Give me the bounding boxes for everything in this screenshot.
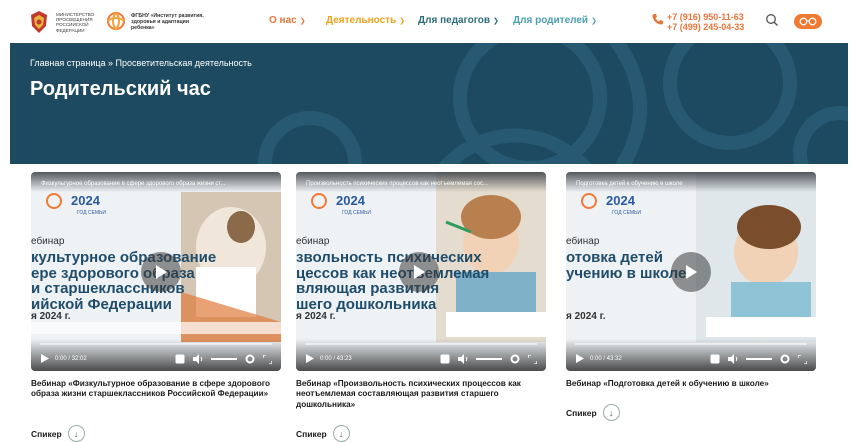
- captions-icon[interactable]: [175, 354, 185, 364]
- video-overlay-title: культурное образование ере здорового обр…: [31, 249, 216, 313]
- webinar-title[interactable]: Вебинар «Физкультурное образование в сфе…: [31, 379, 281, 400]
- video-date: я 2024 г.: [296, 311, 336, 322]
- breadcrumb[interactable]: Главная страница » Просветительская деят…: [30, 58, 252, 68]
- video-top-title: Подготовка детей к обучению в школе: [566, 172, 816, 192]
- video-controls-right: [710, 354, 807, 364]
- fullscreen-icon[interactable]: [528, 354, 537, 364]
- webinar-title[interactable]: Вебинар «Произвольность психических проц…: [296, 379, 546, 410]
- speaker-label: Спикер: [31, 428, 62, 439]
- nav-about-label: О нас: [269, 15, 297, 26]
- search-icon[interactable]: [765, 13, 779, 27]
- svg-text:2024: 2024: [336, 193, 366, 208]
- play-icon[interactable]: [41, 354, 49, 363]
- video-controls: 0:00 / 43:23: [296, 339, 546, 371]
- fullscreen-icon[interactable]: [263, 354, 272, 364]
- arrow-down-icon[interactable]: ↓: [602, 404, 620, 421]
- video-label: ебинар: [31, 236, 65, 247]
- video-controls-right: [440, 354, 537, 364]
- volume-slider[interactable]: [211, 358, 237, 360]
- video-top-title: Произвольность психических процессов как…: [296, 172, 546, 192]
- coat-of-arms-icon[interactable]: [27, 9, 51, 35]
- video-player[interactable]: Подготовка детей к обучению в школе 2024…: [566, 172, 816, 371]
- volume-icon[interactable]: [458, 354, 468, 364]
- nav-teachers-label: Для педагогов: [418, 15, 491, 26]
- play-icon: [156, 265, 167, 279]
- glasses-icon: [799, 17, 817, 26]
- svg-text:ГОД СЕМЬИ: ГОД СЕМЬИ: [342, 210, 371, 216]
- play-icon[interactable]: [306, 354, 314, 363]
- progress-bar[interactable]: [40, 343, 272, 345]
- video-label: ебинар: [566, 236, 600, 247]
- year-of-family-logo: 2024 ГОД СЕМЬИ: [311, 193, 371, 216]
- play-icon: [414, 265, 425, 279]
- video-controls: 0:00 / 43:32: [566, 339, 816, 371]
- speaker-label: Спикер: [296, 428, 327, 439]
- arrow-down-icon[interactable]: ↓: [67, 425, 85, 442]
- page-title: Родительский час: [30, 78, 211, 100]
- video-top-title: Физкультурное образование в сфере здоров…: [31, 172, 281, 192]
- site-header: Министерство просвещения Российской Феде…: [0, 0, 858, 43]
- video-time: 0:00 / 43:23: [320, 356, 352, 362]
- video-date: я 2024 г.: [31, 311, 71, 322]
- video-overlay-title: отовка детей учению в школе: [566, 249, 687, 282]
- phone-1[interactable]: +7 (916) 950-11-63: [667, 12, 744, 22]
- volume-slider[interactable]: [746, 358, 772, 360]
- volume-slider[interactable]: [476, 358, 502, 360]
- video-player[interactable]: Произвольность психических процессов как…: [296, 172, 546, 371]
- play-button[interactable]: [671, 252, 711, 292]
- captions-icon[interactable]: [710, 354, 720, 364]
- page-hero: Главная страница » Просветительская деят…: [10, 43, 848, 164]
- video-controls: 0:00 / 32:02: [31, 339, 281, 371]
- year-of-family-logo: 2024 ГОД СЕМЬИ: [581, 193, 641, 216]
- progress-bar[interactable]: [575, 343, 807, 345]
- speaker-toggle[interactable]: Спикер ↓: [566, 404, 620, 421]
- video-label: ебинар: [296, 236, 330, 247]
- video-player[interactable]: Физкультурное образование в сфере здоров…: [31, 172, 281, 371]
- nav-activity-label: Деятельность: [326, 15, 397, 26]
- video-time: 0:00 / 43:32: [590, 356, 622, 362]
- volume-icon[interactable]: [193, 354, 203, 364]
- svg-text:2024: 2024: [606, 193, 636, 208]
- nav-activity[interactable]: Деятельность ❯: [326, 15, 405, 26]
- speaker-label: Спикер: [566, 407, 597, 418]
- svg-text:ГОД СЕМЬИ: ГОД СЕМЬИ: [77, 210, 106, 216]
- speaker-toggle[interactable]: Спикер ↓: [296, 425, 350, 442]
- play-button[interactable]: [141, 252, 181, 292]
- settings-icon[interactable]: [245, 354, 255, 364]
- webinar-title[interactable]: Вебинар «Подготовка детей к обучению в ш…: [566, 379, 816, 389]
- arrow-down-icon[interactable]: ↓: [332, 425, 350, 442]
- ministry-name: Министерство просвещения Российской Феде…: [56, 12, 95, 33]
- phone-numbers[interactable]: +7 (916) 950-11-63 +7 (499) 245-04-33: [667, 12, 744, 32]
- chevron-down-icon: ❯: [399, 17, 406, 25]
- video-date: я 2024 г.: [566, 311, 606, 322]
- institute-name: ФГБНУ «Институт развития, здоровья и ада…: [131, 13, 204, 31]
- nav-parents-label: Для родителей: [513, 15, 589, 26]
- speaker-toggle[interactable]: Спикер ↓: [31, 425, 85, 442]
- svg-text:2024: 2024: [71, 193, 101, 208]
- svg-text:ГОД СЕМЬИ: ГОД СЕМЬИ: [612, 210, 641, 216]
- chevron-down-icon: ❯: [299, 17, 306, 25]
- chevron-down-icon: ❯: [591, 17, 597, 25]
- phone-2[interactable]: +7 (499) 245-04-33: [667, 22, 744, 32]
- accessibility-button[interactable]: [794, 14, 822, 29]
- settings-icon[interactable]: [510, 354, 520, 364]
- play-button[interactable]: [399, 252, 439, 292]
- year-of-family-logo: 2024 ГОД СЕМЬИ: [46, 193, 106, 216]
- play-icon[interactable]: [576, 354, 584, 363]
- nav-parents[interactable]: Для родителей ❯: [513, 15, 597, 26]
- settings-icon[interactable]: [780, 354, 790, 364]
- nav-about[interactable]: О нас ❯: [269, 15, 306, 26]
- chevron-down-icon: ❯: [493, 17, 499, 25]
- progress-bar[interactable]: [305, 343, 537, 345]
- video-controls-right: [175, 354, 272, 364]
- fullscreen-icon[interactable]: [798, 354, 807, 364]
- captions-icon[interactable]: [440, 354, 450, 364]
- video-time: 0:00 / 32:02: [55, 356, 87, 362]
- phone-icon: [652, 14, 663, 25]
- institute-logo-icon[interactable]: [105, 10, 127, 32]
- nav-teachers[interactable]: Для педагогов ❯: [418, 15, 499, 26]
- play-icon: [686, 265, 697, 279]
- video-overlay-title: звольность психических цессов как неотъе…: [296, 249, 489, 313]
- volume-icon[interactable]: [728, 354, 738, 364]
